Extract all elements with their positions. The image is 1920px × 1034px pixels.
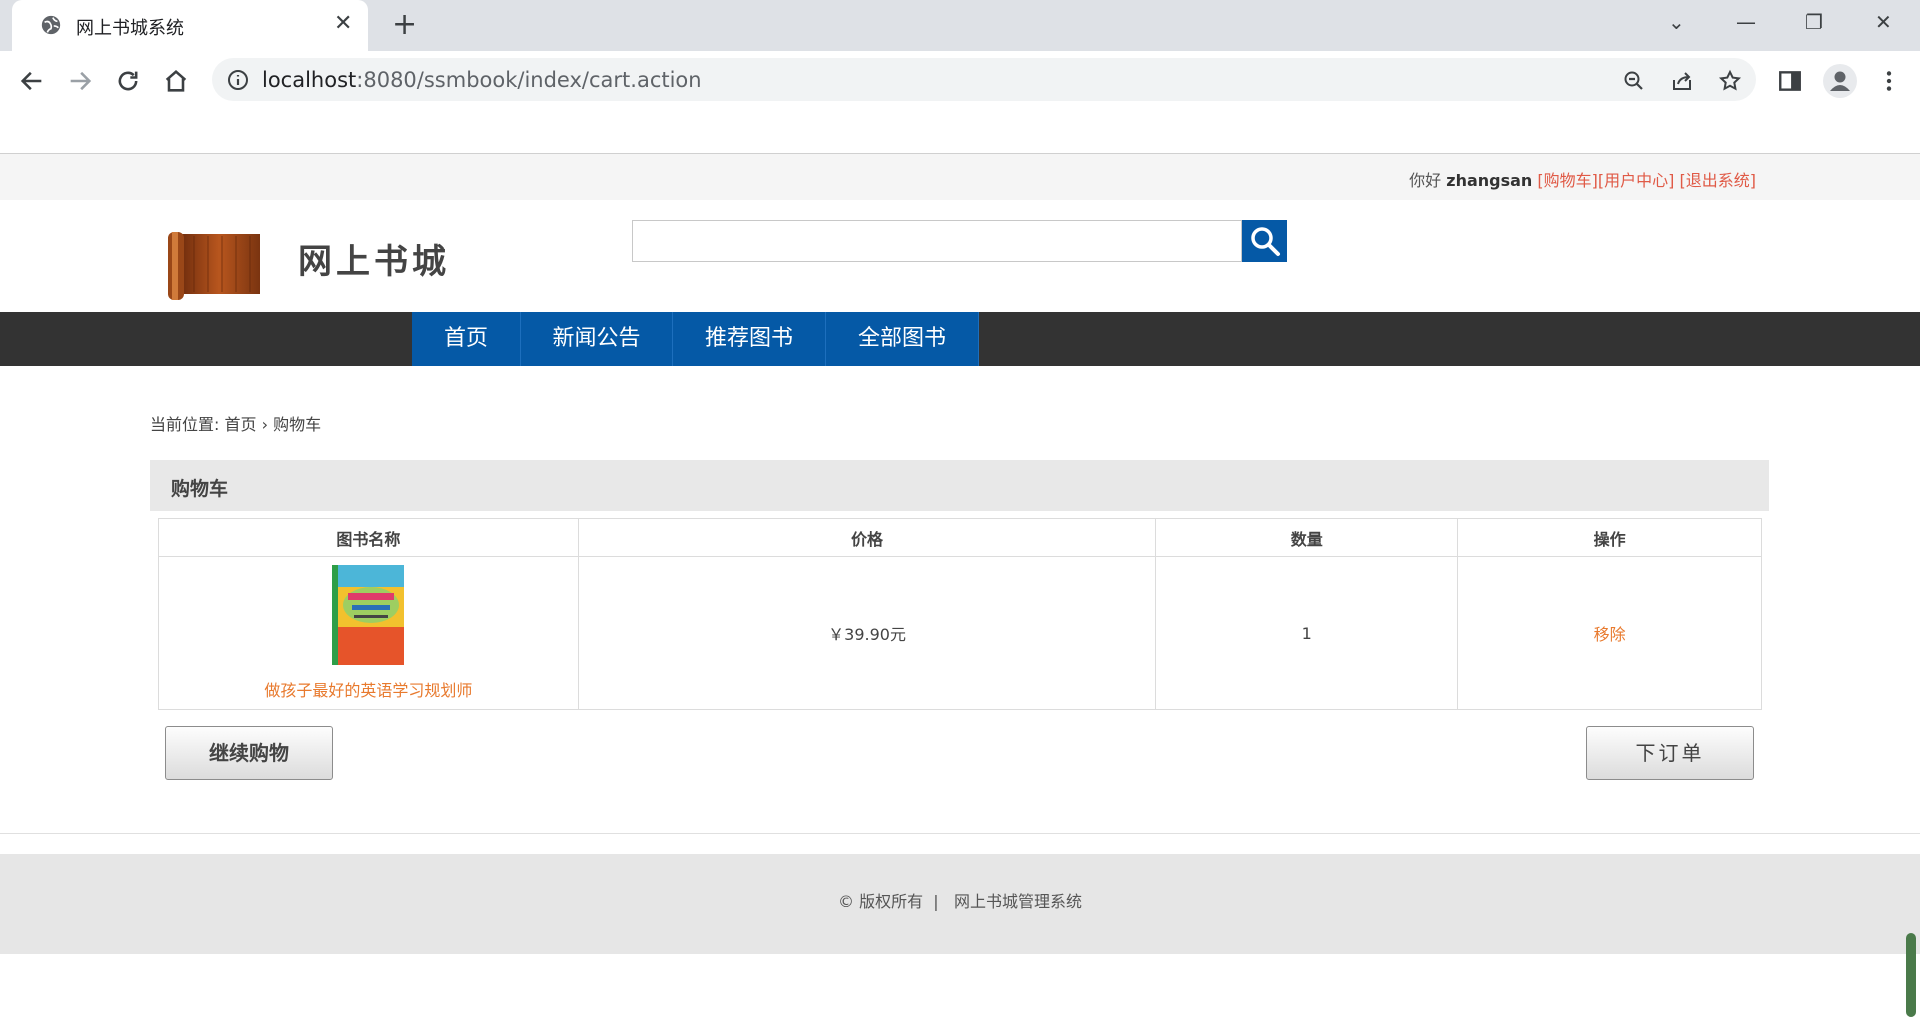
site-name: 网上书城 [298, 242, 450, 282]
breadcrumb-separator: › [261, 415, 269, 434]
zoom-out-icon[interactable] [1622, 69, 1646, 93]
book-name-link[interactable]: 做孩子最好的英语学习规划师 [264, 681, 472, 700]
person-icon [1830, 71, 1850, 91]
scrollbar-thumb[interactable] [1906, 933, 1916, 1017]
book-cover-image[interactable] [332, 565, 405, 665]
window-close-icon[interactable]: ✕ [1875, 12, 1892, 32]
book-cell: 做孩子最好的英语学习规划师 [158, 556, 579, 710]
url-text[interactable]: localhost:8080/ssmbook/index/cart.action [262, 68, 702, 92]
minimize-icon[interactable]: — [1736, 12, 1756, 32]
breadcrumb-current: 购物车 [273, 415, 322, 434]
greeting-text: 你好 [1409, 171, 1442, 190]
remove-link[interactable]: 移除 [1594, 625, 1626, 644]
user-topbar: 你好 zhangsan [购物车][用户中心] [退出系统] [0, 154, 1920, 200]
col-quantity: 数量 [1155, 518, 1459, 557]
page-content: 你好 zhangsan [购物车][用户中心] [退出系统] 网上书城 首页 新… [0, 154, 1920, 1034]
continue-shopping-button[interactable]: 继续购物 [165, 726, 333, 780]
table-header-row: 图书名称 价格 数量 操作 [158, 518, 1762, 557]
browser-tab[interactable]: 网上书城系统 ✕ [12, 0, 368, 51]
cart-link[interactable]: [购物车] [1537, 171, 1598, 190]
site-footer: © 版权所有 | 网上书城管理系统 [0, 854, 1920, 954]
username: zhangsan [1446, 171, 1533, 190]
quantity-cell: 1 [1155, 556, 1459, 710]
new-tab-button[interactable]: + [392, 10, 417, 40]
url-path: :8080/ssmbook/index/cart.action [356, 68, 702, 92]
breadcrumb: 当前位置: 首页 › 购物车 [150, 411, 321, 435]
search-icon [1251, 227, 1280, 256]
cart-table: 图书名称 价格 数量 操作 做孩子最好的英语学习规划师 ￥39.90元 1 移除 [158, 518, 1762, 710]
nav-all-books[interactable]: 全部图书 [826, 312, 979, 366]
col-price: 价格 [577, 518, 1157, 557]
place-order-button[interactable]: 下订单 [1586, 726, 1754, 780]
globe-icon [41, 15, 61, 35]
breadcrumb-prefix: 当前位置: [150, 415, 220, 434]
share-icon[interactable] [1670, 69, 1694, 93]
reload-icon[interactable] [114, 67, 142, 95]
home-icon[interactable] [162, 67, 190, 95]
nav-home[interactable]: 首页 [412, 312, 521, 366]
main-nav: 首页 新闻公告 推荐图书 全部图书 [0, 312, 1920, 366]
col-action: 操作 [1457, 518, 1762, 557]
browser-toolbar: localhost:8080/ssmbook/index/cart.action [0, 51, 1920, 154]
url-host: localhost [262, 68, 357, 92]
copyright-text: © 版权所有 | 网上书城管理系统 [838, 892, 1082, 911]
profile-avatar[interactable] [1823, 64, 1857, 98]
tab-search-icon[interactable]: ⌄ [1668, 12, 1685, 32]
side-panel-icon[interactable] [1777, 68, 1803, 94]
user-center-link[interactable]: [用户中心] [1598, 171, 1675, 190]
scroll-logo-icon[interactable] [164, 230, 264, 302]
address-bar[interactable]: localhost:8080/ssmbook/index/cart.action [212, 58, 1756, 101]
search-button[interactable] [1242, 220, 1287, 262]
cart-panel-header: 购物车 [150, 460, 1769, 511]
nav-recommended[interactable]: 推荐图书 [673, 312, 826, 366]
site-header: 网上书城 [0, 200, 1920, 312]
price-cell: ￥39.90元 [577, 556, 1157, 710]
browser-tabstrip: 网上书城系统 ✕ + ⌄ — ❐ ✕ [0, 0, 1920, 51]
action-cell: 移除 [1457, 556, 1762, 710]
more-menu-icon[interactable] [1876, 68, 1902, 94]
footer-divider [0, 833, 1920, 834]
user-greeting: 你好 zhangsan [购物车][用户中心] [退出系统] [1409, 167, 1756, 191]
forward-icon[interactable] [66, 67, 94, 95]
tab-close-icon[interactable]: ✕ [334, 13, 352, 35]
restore-icon[interactable]: ❐ [1805, 12, 1823, 32]
logout-link[interactable]: [退出系统] [1680, 171, 1757, 190]
bookmark-star-icon[interactable] [1718, 69, 1742, 93]
back-icon[interactable] [18, 67, 46, 95]
table-row: 做孩子最好的英语学习规划师 ￥39.90元 1 移除 [158, 556, 1762, 710]
info-icon[interactable] [226, 68, 250, 92]
tab-title: 网上书城系统 [76, 18, 184, 39]
breadcrumb-home[interactable]: 首页 [225, 415, 257, 434]
cart-title: 购物车 [171, 478, 229, 500]
col-book-name: 图书名称 [158, 518, 579, 557]
search-input[interactable] [632, 220, 1242, 262]
nav-news[interactable]: 新闻公告 [521, 312, 673, 366]
